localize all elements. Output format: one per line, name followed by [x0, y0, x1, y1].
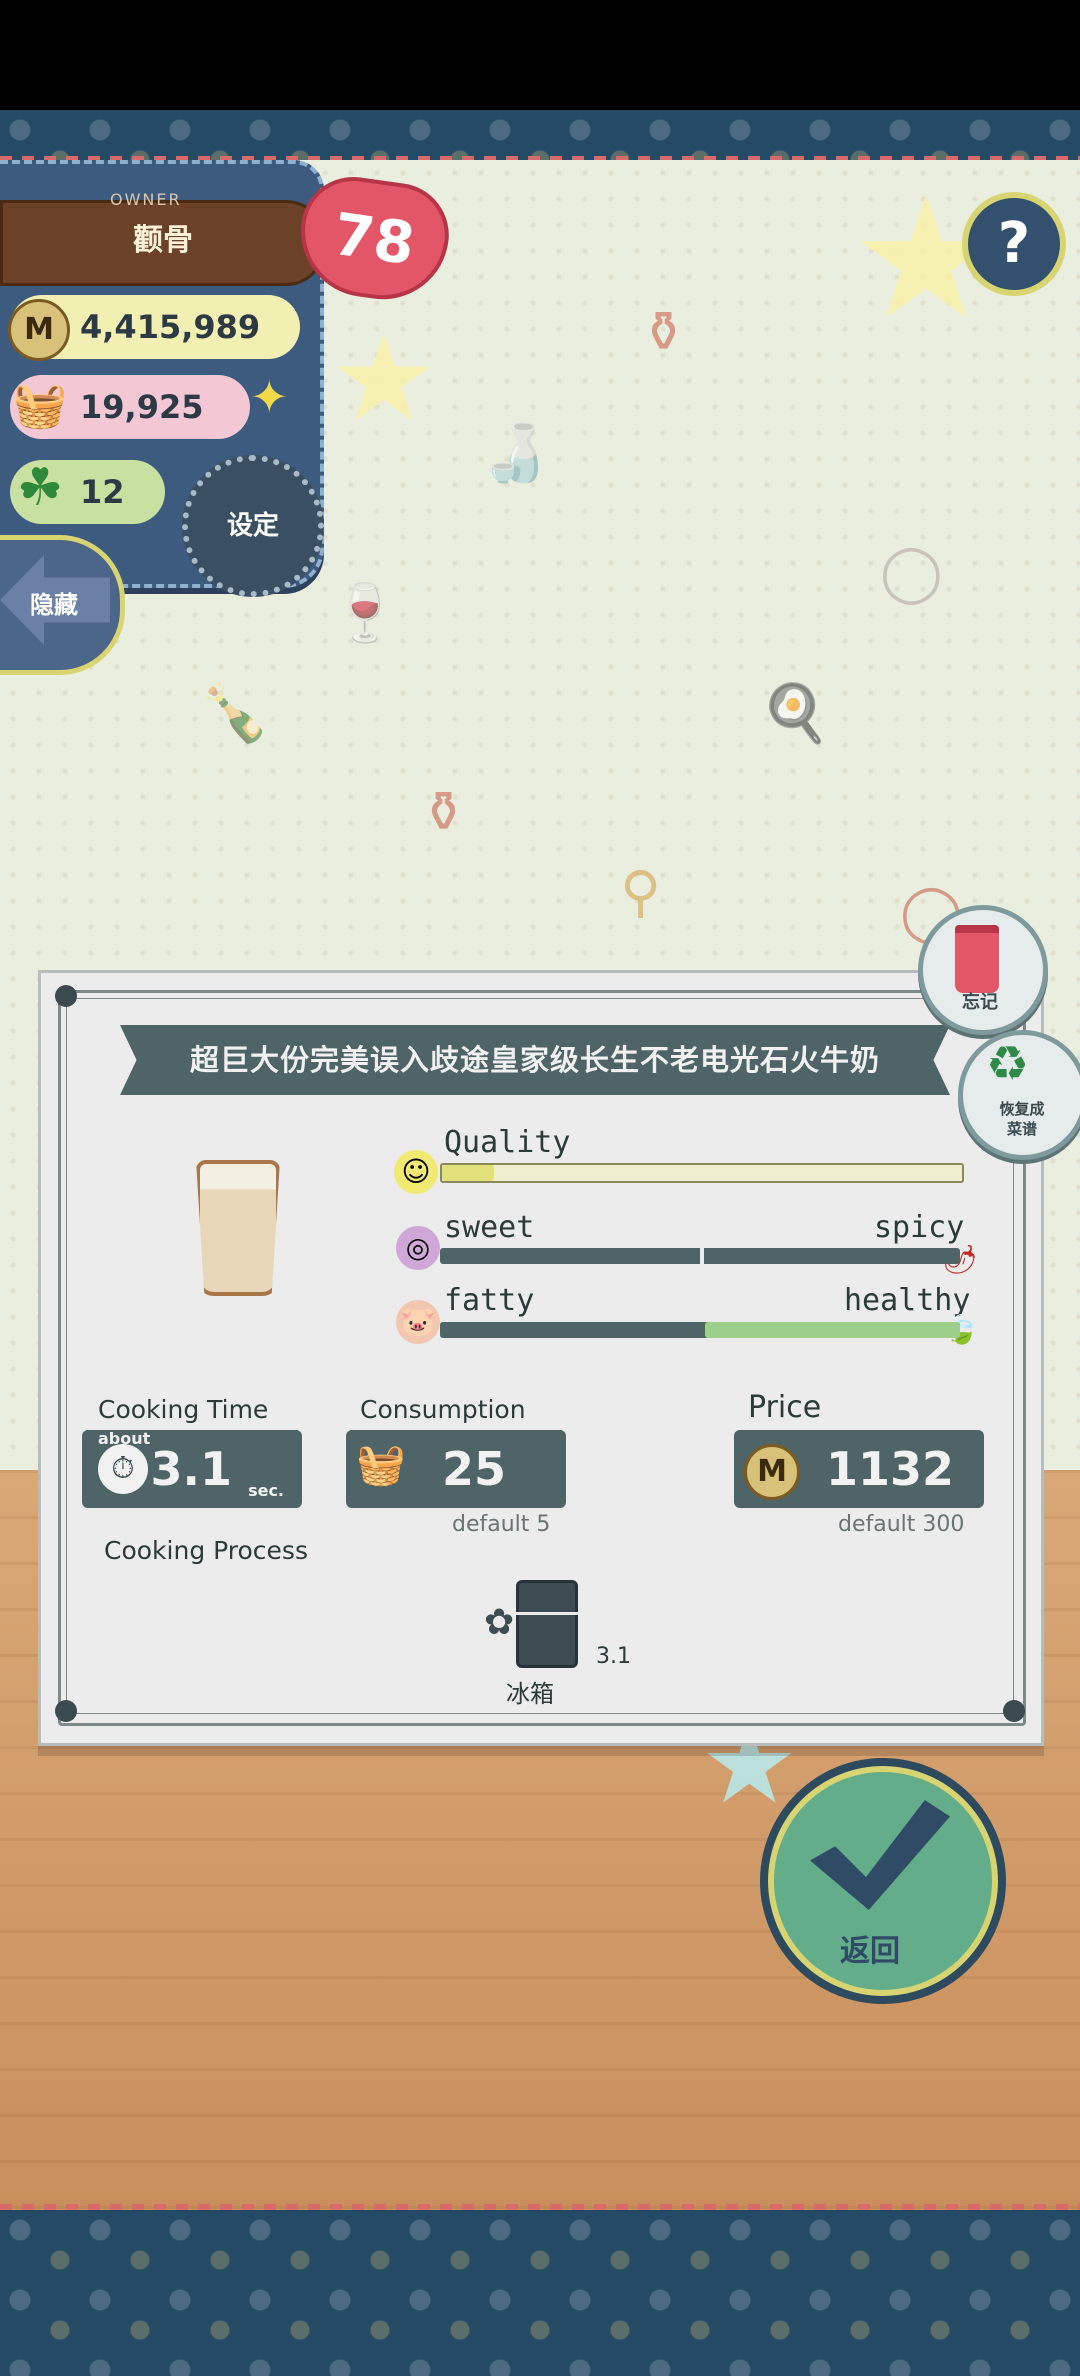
sparkle-icon: ✦	[250, 370, 289, 424]
clover-icon: ☘	[16, 458, 64, 518]
lollipop-icon: ◎	[396, 1226, 440, 1270]
coin-icon: M	[8, 299, 70, 361]
pan-doodle: 🍳	[760, 681, 830, 746]
fridge-door-line	[516, 1612, 578, 1615]
status-bar	[0, 0, 1080, 110]
consumption-default: default 5	[452, 1512, 551, 1537]
fatty-label: fatty	[444, 1283, 535, 1318]
pan-doodle: ◯	[880, 540, 943, 605]
cooking-process-label: Cooking Process	[104, 1536, 308, 1565]
price-label: Price	[748, 1390, 822, 1425]
process-step-time: 3.1	[596, 1644, 631, 1669]
consumption-label: Consumption	[360, 1395, 526, 1424]
sweet-spicy-marker	[700, 1246, 704, 1266]
cooking-time-unit: sec.	[248, 1481, 284, 1500]
bottle-doodle: 🍶	[480, 421, 550, 486]
flower-icon: ✿	[484, 1602, 515, 1643]
restore-label-1: 恢复成	[999, 1100, 1045, 1118]
settings-button[interactable]: 设定	[182, 455, 324, 597]
sweet-label: sweet	[444, 1210, 535, 1245]
restore-label-2: 菜谱	[1006, 1120, 1037, 1138]
fatty-healthy-bar	[440, 1322, 960, 1338]
jug-doodle: ⚱	[420, 780, 467, 845]
bottle-doodle: 🍾	[200, 681, 270, 746]
recycle-icon: ♻	[986, 1036, 1030, 1092]
trash-icon	[955, 925, 999, 993]
coin-icon: M	[744, 1444, 800, 1500]
quality-bar	[440, 1163, 964, 1183]
owner-tag: OWNER	[110, 190, 182, 209]
star-icon: ★	[330, 310, 438, 449]
cooking-time-value: 3.1	[150, 1442, 233, 1496]
pig-icon: 🐷	[396, 1300, 440, 1344]
quality-bar-fill	[442, 1165, 494, 1181]
price-default: default 300	[838, 1512, 965, 1537]
price-value: 1132	[825, 1442, 954, 1496]
wine-bottle-doodle: 🍷	[330, 581, 400, 646]
confirm-label: 返回	[840, 1934, 900, 1969]
fridge-icon	[516, 1580, 578, 1668]
healthy-bar-fill	[705, 1322, 960, 1338]
help-button[interactable]: ?	[962, 192, 1066, 296]
bear-corner-icon	[55, 985, 77, 1007]
quality-label: Quality	[444, 1125, 571, 1160]
smiley-icon: ☺	[394, 1150, 438, 1194]
whisk-doodle: ⚲	[620, 860, 662, 925]
recipe-title: 超巨大份完美误入歧途皇家级长生不老电光石火牛奶	[120, 1025, 950, 1095]
pitcher-doodle: ⚱	[640, 300, 687, 365]
basket-icon: 🧺	[356, 1442, 406, 1488]
bear-corner-icon	[55, 1700, 77, 1722]
bear-corner-icon	[1003, 1700, 1025, 1722]
sweet-spicy-bar	[440, 1246, 960, 1266]
stopwatch-icon: ⏱	[98, 1444, 148, 1494]
top-star-border	[0, 110, 1080, 160]
process-step-name: 冰箱	[506, 1680, 554, 1708]
hide-button-label: 隐藏	[30, 591, 78, 619]
consumption-value: 25	[441, 1442, 506, 1496]
bottom-star-border	[0, 2210, 1080, 2376]
basket-icon: 🧺	[12, 380, 68, 431]
forget-label: 忘记	[962, 992, 998, 1013]
milk-glass-icon	[196, 1160, 280, 1296]
player-name[interactable]: 颧骨	[0, 200, 326, 286]
